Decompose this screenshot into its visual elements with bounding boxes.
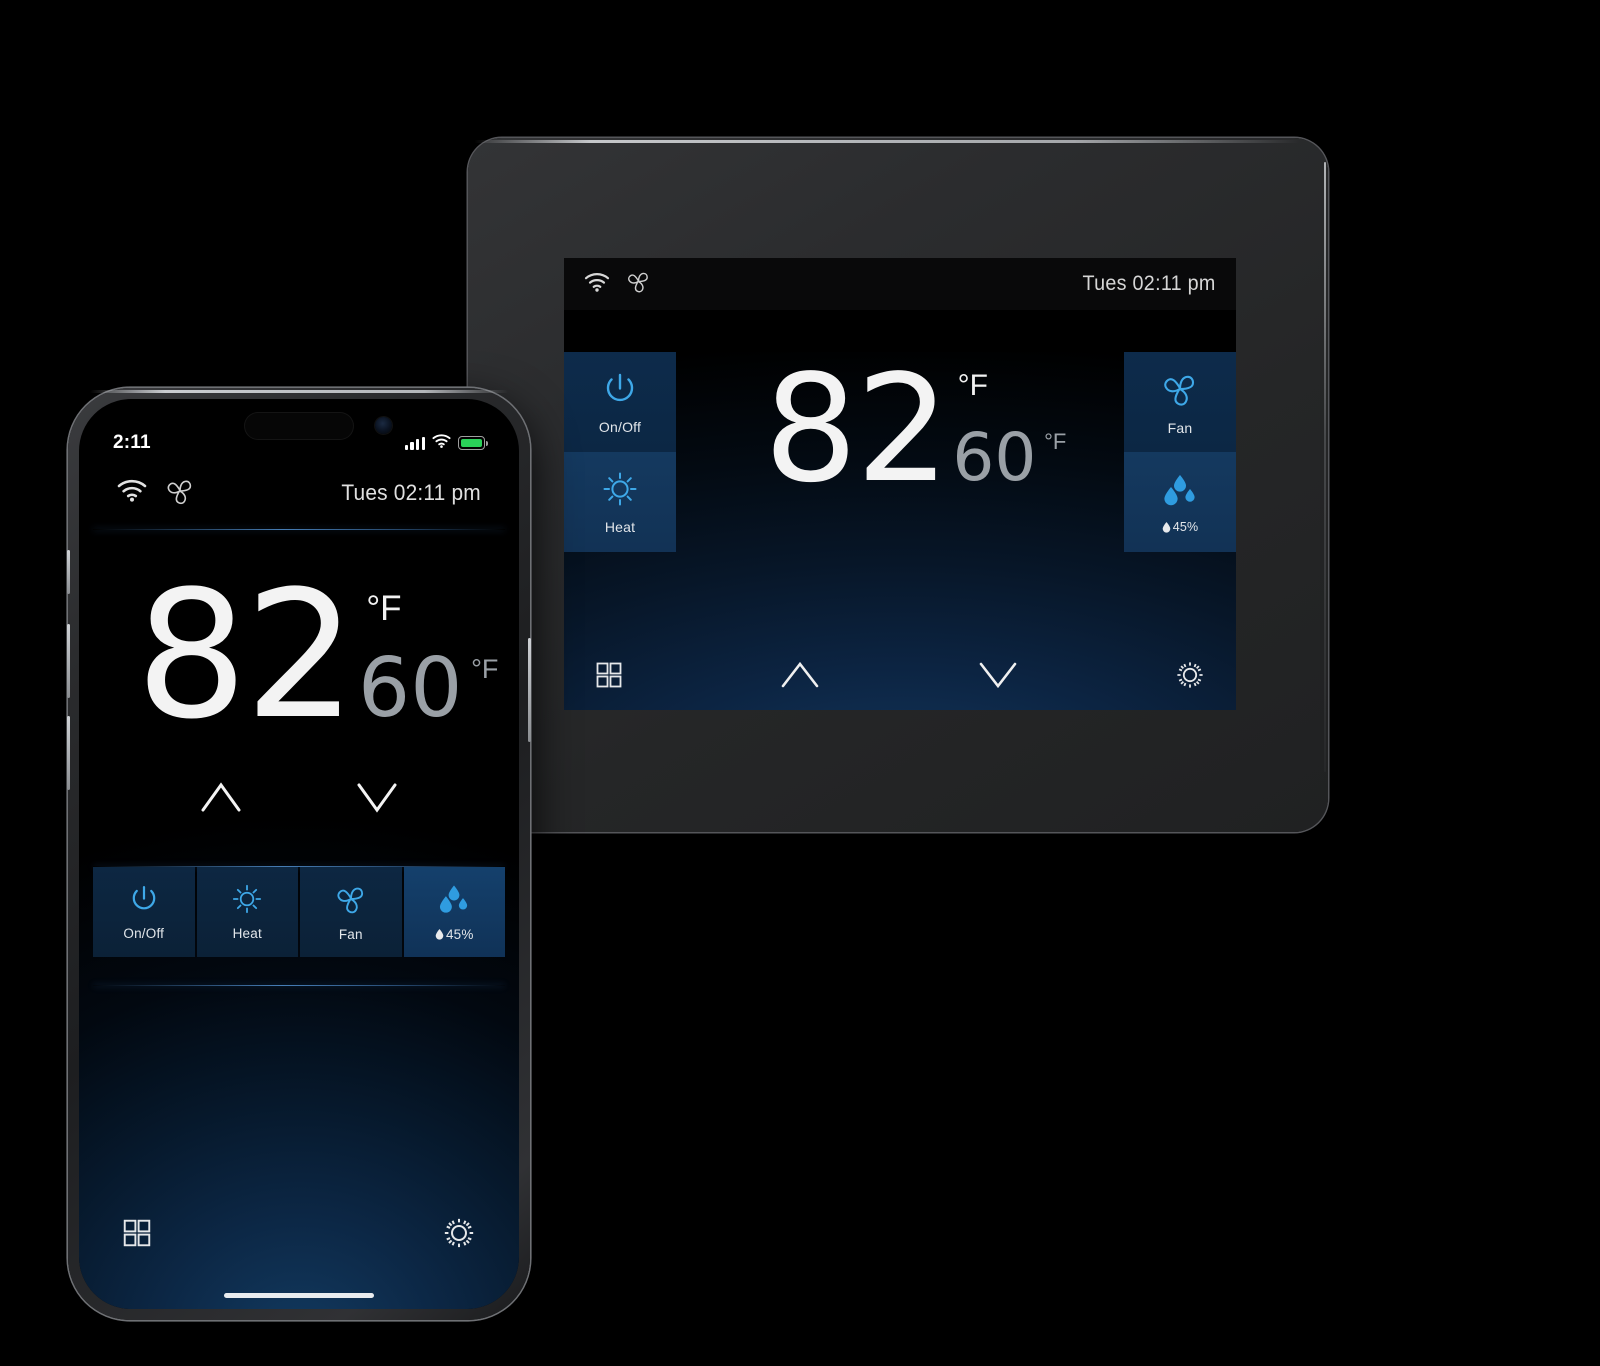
tablet-tile-fan[interactable]: Fan: [1124, 352, 1236, 452]
fan-blade-icon: [1159, 368, 1201, 415]
water-drops-icon: [1157, 470, 1203, 515]
tablet-current-temp-value: 82: [763, 343, 950, 515]
phone-tile-fan-label: Fan: [338, 927, 363, 943]
battery-full-icon: [458, 436, 488, 450]
app-divider-bottom: [93, 984, 505, 986]
phone-tile-on-off[interactable]: On/Off: [93, 866, 195, 957]
phone-tile-humidity[interactable]: 45%: [403, 866, 505, 957]
phone-tile-fan[interactable]: Fan: [300, 866, 402, 957]
phone-stepper-row: [79, 775, 519, 826]
phone-bottom-nav: [79, 1187, 519, 1283]
phone-menu-grid-icon[interactable]: [121, 1217, 153, 1254]
ios-status-bar: 2:11: [79, 429, 519, 457]
phone-current-temp-value: 82: [135, 553, 357, 758]
tablet-clock: Tues 02:11 pm: [1082, 272, 1216, 295]
fan-icon: [626, 269, 651, 299]
wifi-icon: [584, 272, 610, 297]
phone-volume-up-button[interactable]: [67, 624, 70, 698]
tablet-current-temperature: 82 °F: [764, 355, 988, 503]
home-indicator[interactable]: [224, 1292, 374, 1298]
phone-setpoint-unit: °F: [471, 654, 499, 684]
phone-tile-on-off-label: On/Off: [123, 926, 165, 942]
tablet-tile-humidity-label-wrap: 45%: [1162, 520, 1199, 534]
phone-current-temp-unit: °F: [366, 589, 402, 628]
phone-volume-down-button[interactable]: [67, 716, 70, 790]
ios-clock: 2:11: [113, 432, 151, 453]
sun-icon: [600, 469, 640, 514]
tablet-screen: Tues 02:11 pm On/Off Heat 82 °F 60 °F Fa…: [564, 258, 1236, 710]
tablet-setpoint-value: 60: [952, 419, 1037, 496]
phone-increase-chevron-up-icon[interactable]: [197, 775, 245, 826]
phone-tile-row: On/Off Heat Fan 45%: [93, 866, 505, 957]
tablet-temperature-display: 82 °F 60 °F: [690, 355, 1110, 503]
phone-setpoint-value: 60: [358, 641, 463, 736]
tablet-bottom-nav: [564, 644, 1236, 710]
tablet-tile-humidity[interactable]: 45%: [1124, 452, 1236, 552]
phone-current-temperature: 82 °F: [136, 568, 402, 744]
phone-decrease-chevron-down-icon[interactable]: [353, 775, 401, 826]
wall-thermostat-tablet-device: Tues 02:11 pm On/Off Heat 82 °F 60 °F Fa…: [468, 138, 1328, 832]
tablet-tile-on-off[interactable]: On/Off: [564, 352, 676, 452]
tablet-current-temp-unit: °F: [957, 369, 988, 402]
phone-tile-humidity-label-wrap: 45%: [435, 927, 474, 942]
small-drop-icon: [1162, 521, 1170, 533]
tablet-setpoint-unit: °F: [1044, 429, 1067, 454]
tablet-left-tile-column: On/Off Heat: [564, 352, 676, 644]
phone-power-button[interactable]: [528, 638, 531, 742]
sun-icon: [230, 882, 264, 921]
tablet-controls-area: On/Off Heat 82 °F 60 °F Fan 45%: [564, 352, 1236, 644]
phone-tile-heat[interactable]: Heat: [196, 866, 298, 957]
tablet-tile-on-off-label: On/Off: [598, 419, 642, 435]
power-icon: [600, 369, 640, 414]
phone-screen: 2:11 Tues 02:11 pm 82 °F 60 °F On/Off He…: [79, 399, 519, 1309]
phone-setpoint-temperature: 60 °F: [358, 648, 498, 730]
fan-icon: [165, 476, 195, 511]
phone-temperature-display: 82 °F 60 °F: [79, 530, 519, 744]
phone-settings-gear-icon[interactable]: [441, 1215, 477, 1256]
tablet-humidity-value: 45%: [1172, 520, 1199, 534]
tablet-menu-grid-icon[interactable]: [594, 660, 624, 695]
fan-blade-icon: [333, 881, 369, 922]
tablet-decrease-chevron-down-icon[interactable]: [975, 655, 1021, 700]
tablet-settings-gear-icon[interactable]: [1174, 659, 1206, 696]
water-drops-icon: [433, 881, 475, 922]
wifi-icon: [432, 433, 451, 453]
wifi-icon: [117, 479, 147, 507]
small-drop-icon: [435, 929, 444, 941]
tablet-main-panel: On/Off Heat 82 °F 60 °F Fan 45%: [564, 310, 1236, 710]
power-icon: [127, 882, 161, 921]
tablet-status-bar: Tues 02:11 pm: [564, 258, 1236, 310]
tablet-tile-heat[interactable]: Heat: [564, 452, 676, 552]
screenshot-canvas: Tues 02:11 pm On/Off Heat 82 °F 60 °F Fa…: [0, 0, 1600, 1366]
phone-humidity-value: 45%: [445, 927, 474, 943]
tablet-tile-fan-label: Fan: [1167, 420, 1193, 436]
smartphone-device: 2:11 Tues 02:11 pm 82 °F 60 °F On/Off He…: [67, 388, 531, 1320]
tablet-tile-heat-label: Heat: [604, 519, 636, 535]
tablet-setpoint-temperature: 60 °F: [952, 425, 1066, 491]
phone-tile-heat-label: Heat: [232, 926, 262, 942]
thermostat-app: Tues 02:11 pm 82 °F 60 °F On/Off Heat Fa…: [79, 457, 519, 1309]
app-status-bar: Tues 02:11 pm: [79, 457, 519, 529]
tablet-increase-chevron-up-icon[interactable]: [777, 655, 823, 700]
cellular-signal-icon: [404, 436, 425, 450]
app-clock: Tues 02:11 pm: [341, 480, 481, 505]
tablet-right-tile-column: Fan 45%: [1124, 352, 1236, 644]
phone-mute-switch[interactable]: [67, 550, 70, 594]
